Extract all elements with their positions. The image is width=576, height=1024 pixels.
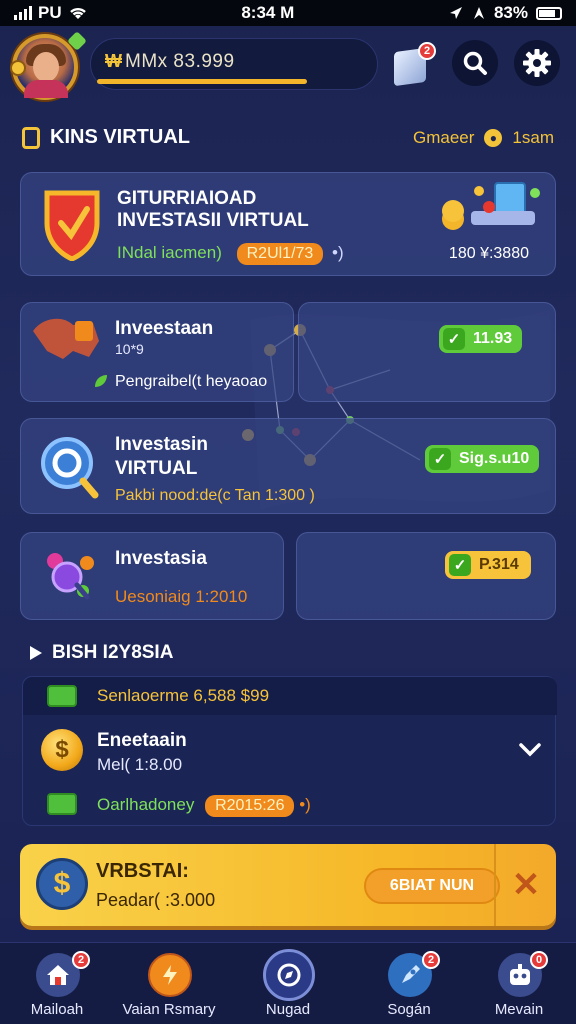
bottom-nav: 2 Mailoah Vaian Rsmary Nugad 2 Sogán 0 M… xyxy=(0,942,576,1024)
chevron-down-icon[interactable] xyxy=(519,743,541,757)
card-sub-label: INdal iacmen) xyxy=(117,243,222,262)
card-amount-pill: R2Ul1/73 xyxy=(236,243,324,265)
nav-badge-profile: 0 xyxy=(530,951,548,969)
level-badge-icon xyxy=(10,60,26,76)
shield-icon xyxy=(44,190,100,261)
nav-item-profile[interactable]: 0 Mevain xyxy=(464,943,574,1024)
balance-display[interactable]: ₩ MMx 83.999 xyxy=(90,38,378,90)
gear-icon xyxy=(523,49,551,77)
nav-item-home[interactable]: 2 Mailoah xyxy=(2,943,112,1024)
close-icon[interactable]: ✕ xyxy=(494,844,556,926)
wifi-icon xyxy=(69,7,86,19)
nav-label-search: Sogán xyxy=(387,1001,431,1018)
bottom-section-title: BISH I2Y8SIA xyxy=(52,642,174,663)
lightning-icon xyxy=(148,953,192,997)
check-icon: ✓ xyxy=(429,448,451,470)
carrier-label: PU xyxy=(38,3,62,22)
card-investment-virtual[interactable]: Investasin VIRTUAL Pakbi nood:de(c Tan 1… xyxy=(20,418,556,514)
battery-icon xyxy=(535,6,562,20)
cash-icon xyxy=(47,685,77,707)
card-investasia-detail[interactable]: ✓ P.314 xyxy=(296,532,556,620)
nav-label-summary: Vaian Rsmary xyxy=(122,1001,216,1018)
signal-icon xyxy=(14,6,32,20)
magnifier-orb-icon xyxy=(47,553,94,600)
section-right-label: Gmaeer xyxy=(413,128,475,147)
dollar-coin-icon: $ xyxy=(41,729,83,771)
bottom-section-header: BISH I2Y8SIA xyxy=(30,642,173,664)
nav-label-home: Mailoah xyxy=(30,1001,84,1018)
section-icon xyxy=(22,126,40,149)
list-bottom-pill: R2015:26 xyxy=(205,795,295,817)
check-icon: ✓ xyxy=(443,328,465,350)
settings-button[interactable] xyxy=(514,40,560,86)
nav-item-summary[interactable]: Vaian Rsmary xyxy=(114,943,224,1024)
star-icon xyxy=(67,31,87,51)
avatar[interactable] xyxy=(10,31,87,100)
nav-item-center[interactable]: Nugad xyxy=(233,943,343,1024)
list-item-title: Eneetaain xyxy=(97,730,187,751)
status-bar: PU 8:34 M 83% xyxy=(0,0,576,26)
card3-title-line2: VIRTUAL xyxy=(115,458,198,479)
search-icon xyxy=(463,51,487,75)
section-right-value: 1sam xyxy=(512,128,554,147)
card4-badge: ✓ P.314 xyxy=(445,551,531,579)
nav-label-center: Nugad xyxy=(265,1001,311,1018)
leaf-icon xyxy=(95,375,107,387)
card2-badge: ✓ 11.93 xyxy=(439,325,523,353)
inventory-box-button[interactable]: 2 xyxy=(392,42,436,87)
card-right-value: 180 ¥:3880 xyxy=(448,245,529,262)
promo-sub: Peadar( :3.000 xyxy=(96,890,216,910)
nav-item-search[interactable]: 2 Sogán xyxy=(354,943,464,1024)
play-icon xyxy=(30,646,42,660)
card3-sub: Pakbi nood:de(c Tan 1:300 ) xyxy=(115,487,315,504)
nav-badge-search: 2 xyxy=(422,951,440,969)
card2-title: Inveestaan xyxy=(115,318,214,339)
investment-list: Senlaoerme 6,588 $99 $ Eneetaain Mel( 1:… xyxy=(22,676,557,827)
card-investment-2-detail[interactable]: ✓ 11.93 xyxy=(298,302,556,402)
promo-title: VRBSTAI: xyxy=(96,860,189,882)
cash-icon xyxy=(47,793,77,815)
check-icon: ✓ xyxy=(449,554,471,576)
card-investasia[interactable]: Investasia Uesoniaig 1:2010 xyxy=(20,532,284,620)
card3-badge: ✓ Sig.s.u10 xyxy=(425,445,540,473)
clock: 8:34 M xyxy=(241,3,295,22)
section-meta[interactable]: Gmaeer ● 1sam xyxy=(413,128,554,148)
card2-sub: 10*9 xyxy=(115,341,144,357)
list-item[interactable]: $ Eneetaain Mel( 1:8.00 Oarlhadoney R201… xyxy=(23,717,557,827)
list-summary-text: Senlaoerme 6,588 $99 xyxy=(97,686,270,705)
location-icon xyxy=(449,7,462,19)
direction-icon xyxy=(473,7,484,19)
list-item-sub: Mel( 1:8.00 xyxy=(97,755,183,774)
refresh-search-icon xyxy=(41,437,99,499)
currency-icon: ₩ xyxy=(105,51,122,71)
header: ₩ MMx 83.999 2 xyxy=(0,28,576,104)
card4-sub: Uesoniaig 1:2010 xyxy=(115,587,248,606)
battery-percent: 83% xyxy=(493,3,528,22)
promo-action-button[interactable]: 6BIAT NUN xyxy=(364,868,500,904)
card3-title-line1: Investasin xyxy=(115,434,208,455)
dollar-icon: $ xyxy=(36,858,88,910)
inventory-badge: 2 xyxy=(418,42,436,60)
card-title-line2: INVESTASII VIRTUAL xyxy=(117,210,309,231)
chart-flag-icon xyxy=(33,318,99,359)
search-button[interactable] xyxy=(452,40,498,86)
card-investment-2[interactable]: Inveestaan 10*9 Pengraibel(t heyaoao xyxy=(20,302,294,402)
server-stack-icon xyxy=(442,182,540,230)
card2-note: Pengraibel(t heyaoao xyxy=(115,373,268,390)
promo-banner[interactable]: $ VRBSTAI: Peadar( :3.000 6BIAT NUN ✕ xyxy=(20,844,556,926)
coin-icon: ● xyxy=(484,129,503,147)
nav-label-profile: Mevain xyxy=(494,1001,544,1018)
section-header: KINS VIRTUAL xyxy=(22,126,190,149)
card-virtual-investment[interactable]: GITURRIAIOAD INVESTASII VIRTUAL INdal ia… xyxy=(20,172,556,276)
card-title-line1: GITURRIAIOAD xyxy=(117,188,257,209)
compass-icon xyxy=(263,949,315,1001)
section-title: KINS VIRTUAL xyxy=(50,126,190,148)
list-summary-row[interactable]: Senlaoerme 6,588 $99 xyxy=(23,677,557,715)
balance-progress-bar xyxy=(97,79,307,84)
card4-title: Investasia xyxy=(115,548,207,569)
balance-value: MMx 83.999 xyxy=(125,51,235,72)
list-bottom-label: Oarlhadoney xyxy=(97,795,195,814)
nav-badge-home: 2 xyxy=(72,951,90,969)
